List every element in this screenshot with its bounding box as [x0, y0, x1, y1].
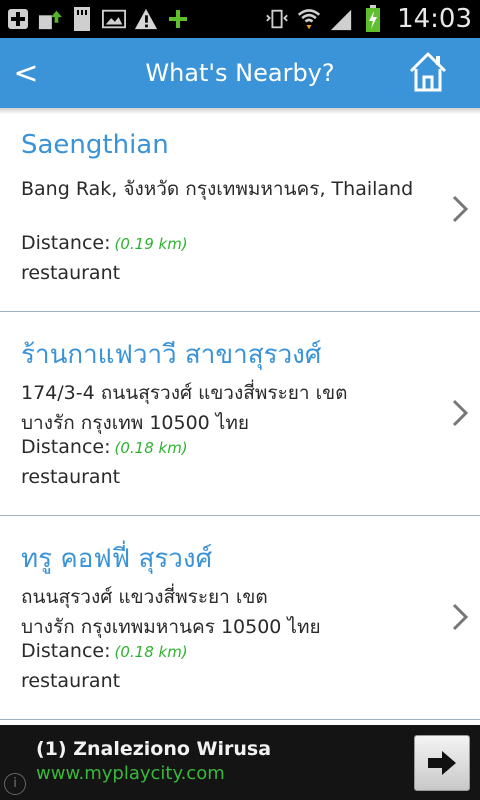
- place-name: ร้านกาแฟวาวี สาขาสุรวงศ์: [21, 340, 322, 370]
- list-item[interactable]: ร้านกาแฟวาวี สาขาสุรวงศ์ 174/3-4 ถนนสุรว…: [0, 312, 480, 516]
- chevron-right-icon: [452, 399, 469, 427]
- ad-title: (1) Znaleziono Wirusa: [36, 738, 272, 760]
- page-title: What's Nearby?: [145, 59, 335, 87]
- warning-icon: [134, 6, 158, 32]
- distance-value: (0.19 km): [114, 235, 188, 253]
- distance-label: Distance:: [21, 640, 111, 662]
- wifi-icon: [297, 6, 321, 32]
- place-category: restaurant: [21, 670, 121, 692]
- app-header: < What's Nearby?: [0, 38, 480, 108]
- place-distance: Distance: (0.19 km): [21, 232, 188, 254]
- place-category: restaurant: [21, 466, 121, 488]
- vibrate-icon: [265, 6, 289, 32]
- add-icon: [6, 6, 30, 32]
- distance-value: (0.18 km): [114, 643, 188, 661]
- place-address: ถนนสุรวงศ์ แขวงสี่พระยา เขตบางรัก กรุงเท…: [21, 586, 321, 638]
- signal-icon: [329, 6, 353, 32]
- place-name: ทรู คอฟฟี่ สุรวงศ์: [21, 544, 213, 574]
- list-item[interactable]: Saengthian Bang Rak, จังหวัด กรุงเทพมหาน…: [0, 108, 480, 312]
- back-button[interactable]: <: [6, 48, 46, 98]
- home-button[interactable]: [408, 50, 448, 94]
- place-address: 174/3-4 ถนนสุรวงศ์ แขวงสี่พระยา เขตบางรั…: [21, 382, 348, 434]
- clock: 14:03: [397, 4, 472, 34]
- place-category: restaurant: [21, 262, 121, 284]
- distance-label: Distance:: [21, 436, 111, 458]
- arrow-right-icon: [428, 751, 456, 775]
- plus-icon: [166, 6, 190, 32]
- place-address: Bang Rak, จังหวัด กรุงเทพมหานคร, Thailan…: [21, 178, 414, 200]
- status-bar: 14:03: [0, 0, 480, 38]
- distance-value: (0.18 km): [114, 439, 188, 457]
- ad-url: www.myplaycity.com: [36, 763, 225, 784]
- ad-banner[interactable]: (1) Znaleziono Wirusa www.myplaycity.com…: [0, 725, 480, 800]
- upload-icon: [38, 6, 62, 32]
- places-list[interactable]: Saengthian Bang Rak, จังหวัด กรุงเทพมหาน…: [0, 108, 480, 725]
- place-distance: Distance: (0.18 km): [21, 436, 188, 458]
- list-item[interactable]: ทรู คอฟฟี่ สุรวงศ์ ถนนสุรวงศ์ แขวงสี่พระ…: [0, 516, 480, 720]
- back-arrow-icon: <: [13, 55, 39, 91]
- home-icon: [409, 52, 447, 92]
- battery-charging-icon: [361, 5, 385, 32]
- place-distance: Distance: (0.18 km): [21, 640, 188, 662]
- place-name: Saengthian: [21, 130, 169, 160]
- chevron-right-icon: [452, 195, 469, 223]
- distance-label: Distance:: [21, 232, 111, 254]
- ad-info-icon[interactable]: i: [4, 773, 26, 795]
- chevron-right-icon: [452, 603, 469, 631]
- ad-open-button[interactable]: [414, 735, 470, 791]
- sd-card-icon: [70, 6, 94, 32]
- image-icon: [102, 6, 126, 32]
